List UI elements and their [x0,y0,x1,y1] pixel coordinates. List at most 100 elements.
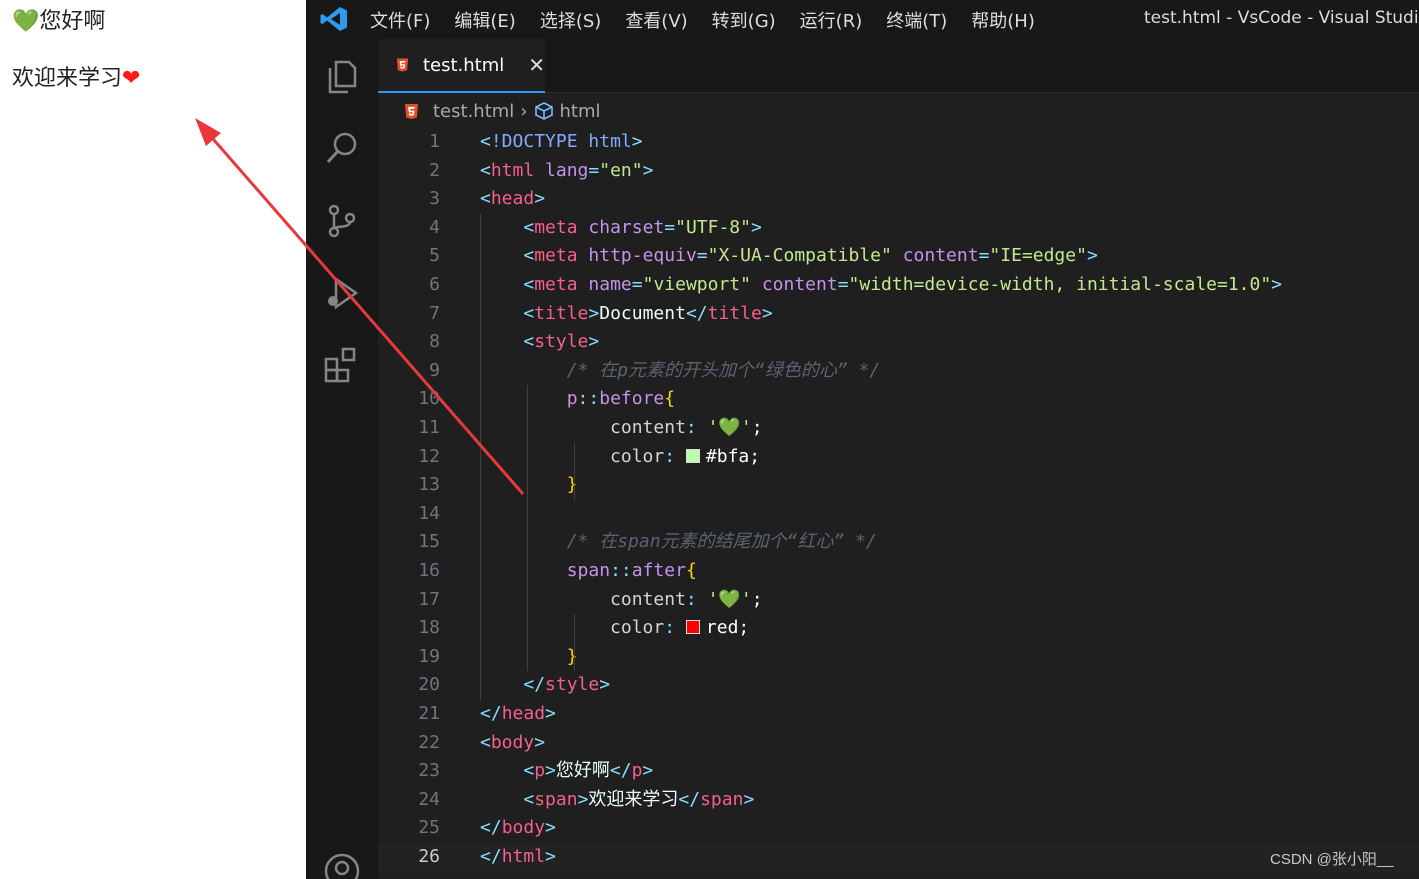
code-line[interactable]: 15 /* 在span元素的结尾加个“红心” */ [378,528,1419,557]
code-line[interactable]: 1 <!DOCTYPE html> [378,128,1419,157]
line-code: </html> [480,846,556,867]
search-icon[interactable] [322,128,362,168]
code-editor[interactable]: 1 <!DOCTYPE html> 2 <html lang="en"> 3 <head>… [378,128,1419,879]
code-line[interactable]: 11 content: '💚'; [378,414,1419,443]
code-line[interactable]: 26 </html> [378,843,1419,872]
menu-item-4[interactable]: 转到(G) [712,7,776,33]
preview-paragraph: 💚您好啊 [12,6,105,38]
line-code: <meta http-equiv="X-UA-Compatible" conte… [523,245,1098,267]
code-line[interactable]: 3 <head> [378,185,1419,214]
line-number: 1 [429,131,440,152]
menu-item-1[interactable]: 编辑(E) [454,7,515,33]
code-line[interactable]: 8 <style> [378,328,1419,357]
line-number: 25 [418,817,440,839]
line-number: 17 [418,588,440,610]
line-number: 26 [418,846,440,867]
line-number: 9 [429,359,440,381]
code-line[interactable]: 12 color: #bfa; [378,443,1419,472]
code-line[interactable]: 18 color: red; [378,614,1419,643]
tab-test-html[interactable]: test.html ✕ [378,39,545,93]
line-code: span::after{ [566,560,697,581]
code-line[interactable]: 7 <title>Document</title> [378,300,1419,329]
line-code: <meta name="viewport" content="width=dev… [523,274,1283,295]
menu-item-5[interactable]: 运行(R) [800,7,863,33]
preview-span: 欢迎来学习❤ [12,63,140,95]
breadcrumb-symbol[interactable]: html [560,101,601,122]
indent-guide [574,442,575,500]
html5-file-icon [396,58,409,72]
line-number: 22 [418,731,440,753]
code-line[interactable]: 6 <meta name="viewport" content="width=d… [378,271,1419,300]
line-code: <span>欢迎来学习</span> [523,788,755,810]
breadcrumb: test.html › html [378,94,1419,128]
line-code: </style> [523,674,611,696]
run-debug-icon[interactable] [322,273,362,313]
browser-preview: 💚您好啊 欢迎来学习❤ [0,0,306,879]
line-code: color: #bfa; [610,445,761,467]
menu-item-2[interactable]: 选择(S) [540,7,601,33]
line-code: </head> [480,703,556,724]
code-line[interactable]: 5 <meta http-equiv="X-UA-Compatible" con… [378,242,1419,271]
menu-item-3[interactable]: 查看(V) [625,7,687,33]
line-code: <style> [523,331,600,353]
line-number: 21 [418,703,440,724]
code-line[interactable]: 22 <body> [378,729,1419,758]
code-line[interactable]: 24 <span>欢迎来学习</span> [378,786,1419,815]
line-number: 4 [429,216,440,238]
code-line[interactable]: 2 <html lang="en"> [378,157,1419,186]
code-line[interactable]: 17 content: '💚'; [378,586,1419,615]
breadcrumb-file[interactable]: test.html [433,101,514,122]
line-number: 5 [429,245,440,267]
title-bar: 文件(F) 编辑(E) 选择(S) 查看(V) 转到(G) 运行(R) 终端(T) 帮助(H)… [306,0,1419,39]
line-code: <meta charset="UTF-8"> [523,216,762,238]
line-code: <title>Document</title> [523,302,773,324]
code-line[interactable]: 19 } [378,643,1419,672]
window-title: test.html - VsCode - Visual Studio [1144,8,1419,28]
line-number: 16 [418,560,440,581]
menu-item-0[interactable]: 文件(F) [370,7,430,33]
line-code: } [566,645,578,667]
line-code: <body> [480,731,546,753]
html5-file-icon [404,103,419,119]
line-number: 10 [418,388,440,410]
vscode-logo-icon [320,7,347,31]
menu-item-6[interactable]: 终端(T) [886,7,947,33]
line-number: 6 [429,274,440,295]
close-tab-icon[interactable]: ✕ [528,53,545,77]
code-line[interactable]: 23 <p>您好啊</p> [378,757,1419,786]
code-line[interactable]: 10 p::before{ [378,385,1419,414]
code-line[interactable]: 4 <meta charset="UTF-8"> [378,214,1419,243]
code-line[interactable]: 14 [378,500,1419,529]
line-code: /* 在span元素的结尾加个“红心” */ [566,531,877,553]
paragraph-text: 您好啊 [39,9,106,34]
source-control-icon[interactable] [322,201,362,241]
code-line[interactable]: 21 </head> [378,700,1419,729]
line-number: 14 [418,502,440,524]
code-line[interactable]: 9 /* 在p元素的开头加个“绿色的心” */ [378,357,1419,386]
indent-guide [574,614,575,672]
code-line[interactable]: 25 </body> [378,814,1419,843]
line-code: </body> [480,817,556,839]
line-code: <!DOCTYPE html> [480,131,643,152]
activity-bar [306,39,378,879]
extensions-icon[interactable] [322,345,362,385]
code-line[interactable]: 13 } [378,471,1419,500]
code-line[interactable]: 16 span::after{ [378,557,1419,586]
line-code: /* 在p元素的开头加个“绿色的心” */ [566,359,881,381]
line-number: 13 [418,474,440,496]
indent-guide [527,385,528,672]
line-number: 3 [429,188,440,210]
line-code: p::before{ [566,388,676,410]
menu-item-7[interactable]: 帮助(H) [971,7,1035,33]
line-number: 8 [429,331,440,353]
line-number: 2 [429,159,440,181]
code-line[interactable]: 20 </style> [378,671,1419,700]
line-number: 15 [418,531,440,553]
explorer-icon[interactable] [322,57,362,97]
line-code: <p>您好啊</p> [523,760,654,782]
watermark: CSDN @张小阳__ [1270,851,1394,868]
account-icon[interactable] [322,851,362,879]
menu-bar: 文件(F) 编辑(E) 选择(S) 查看(V) 转到(G) 运行(R) 终端(T) 帮助(H) [370,0,1059,39]
red-heart-icon: ❤ [122,66,141,91]
tab-label: test.html [422,54,505,76]
